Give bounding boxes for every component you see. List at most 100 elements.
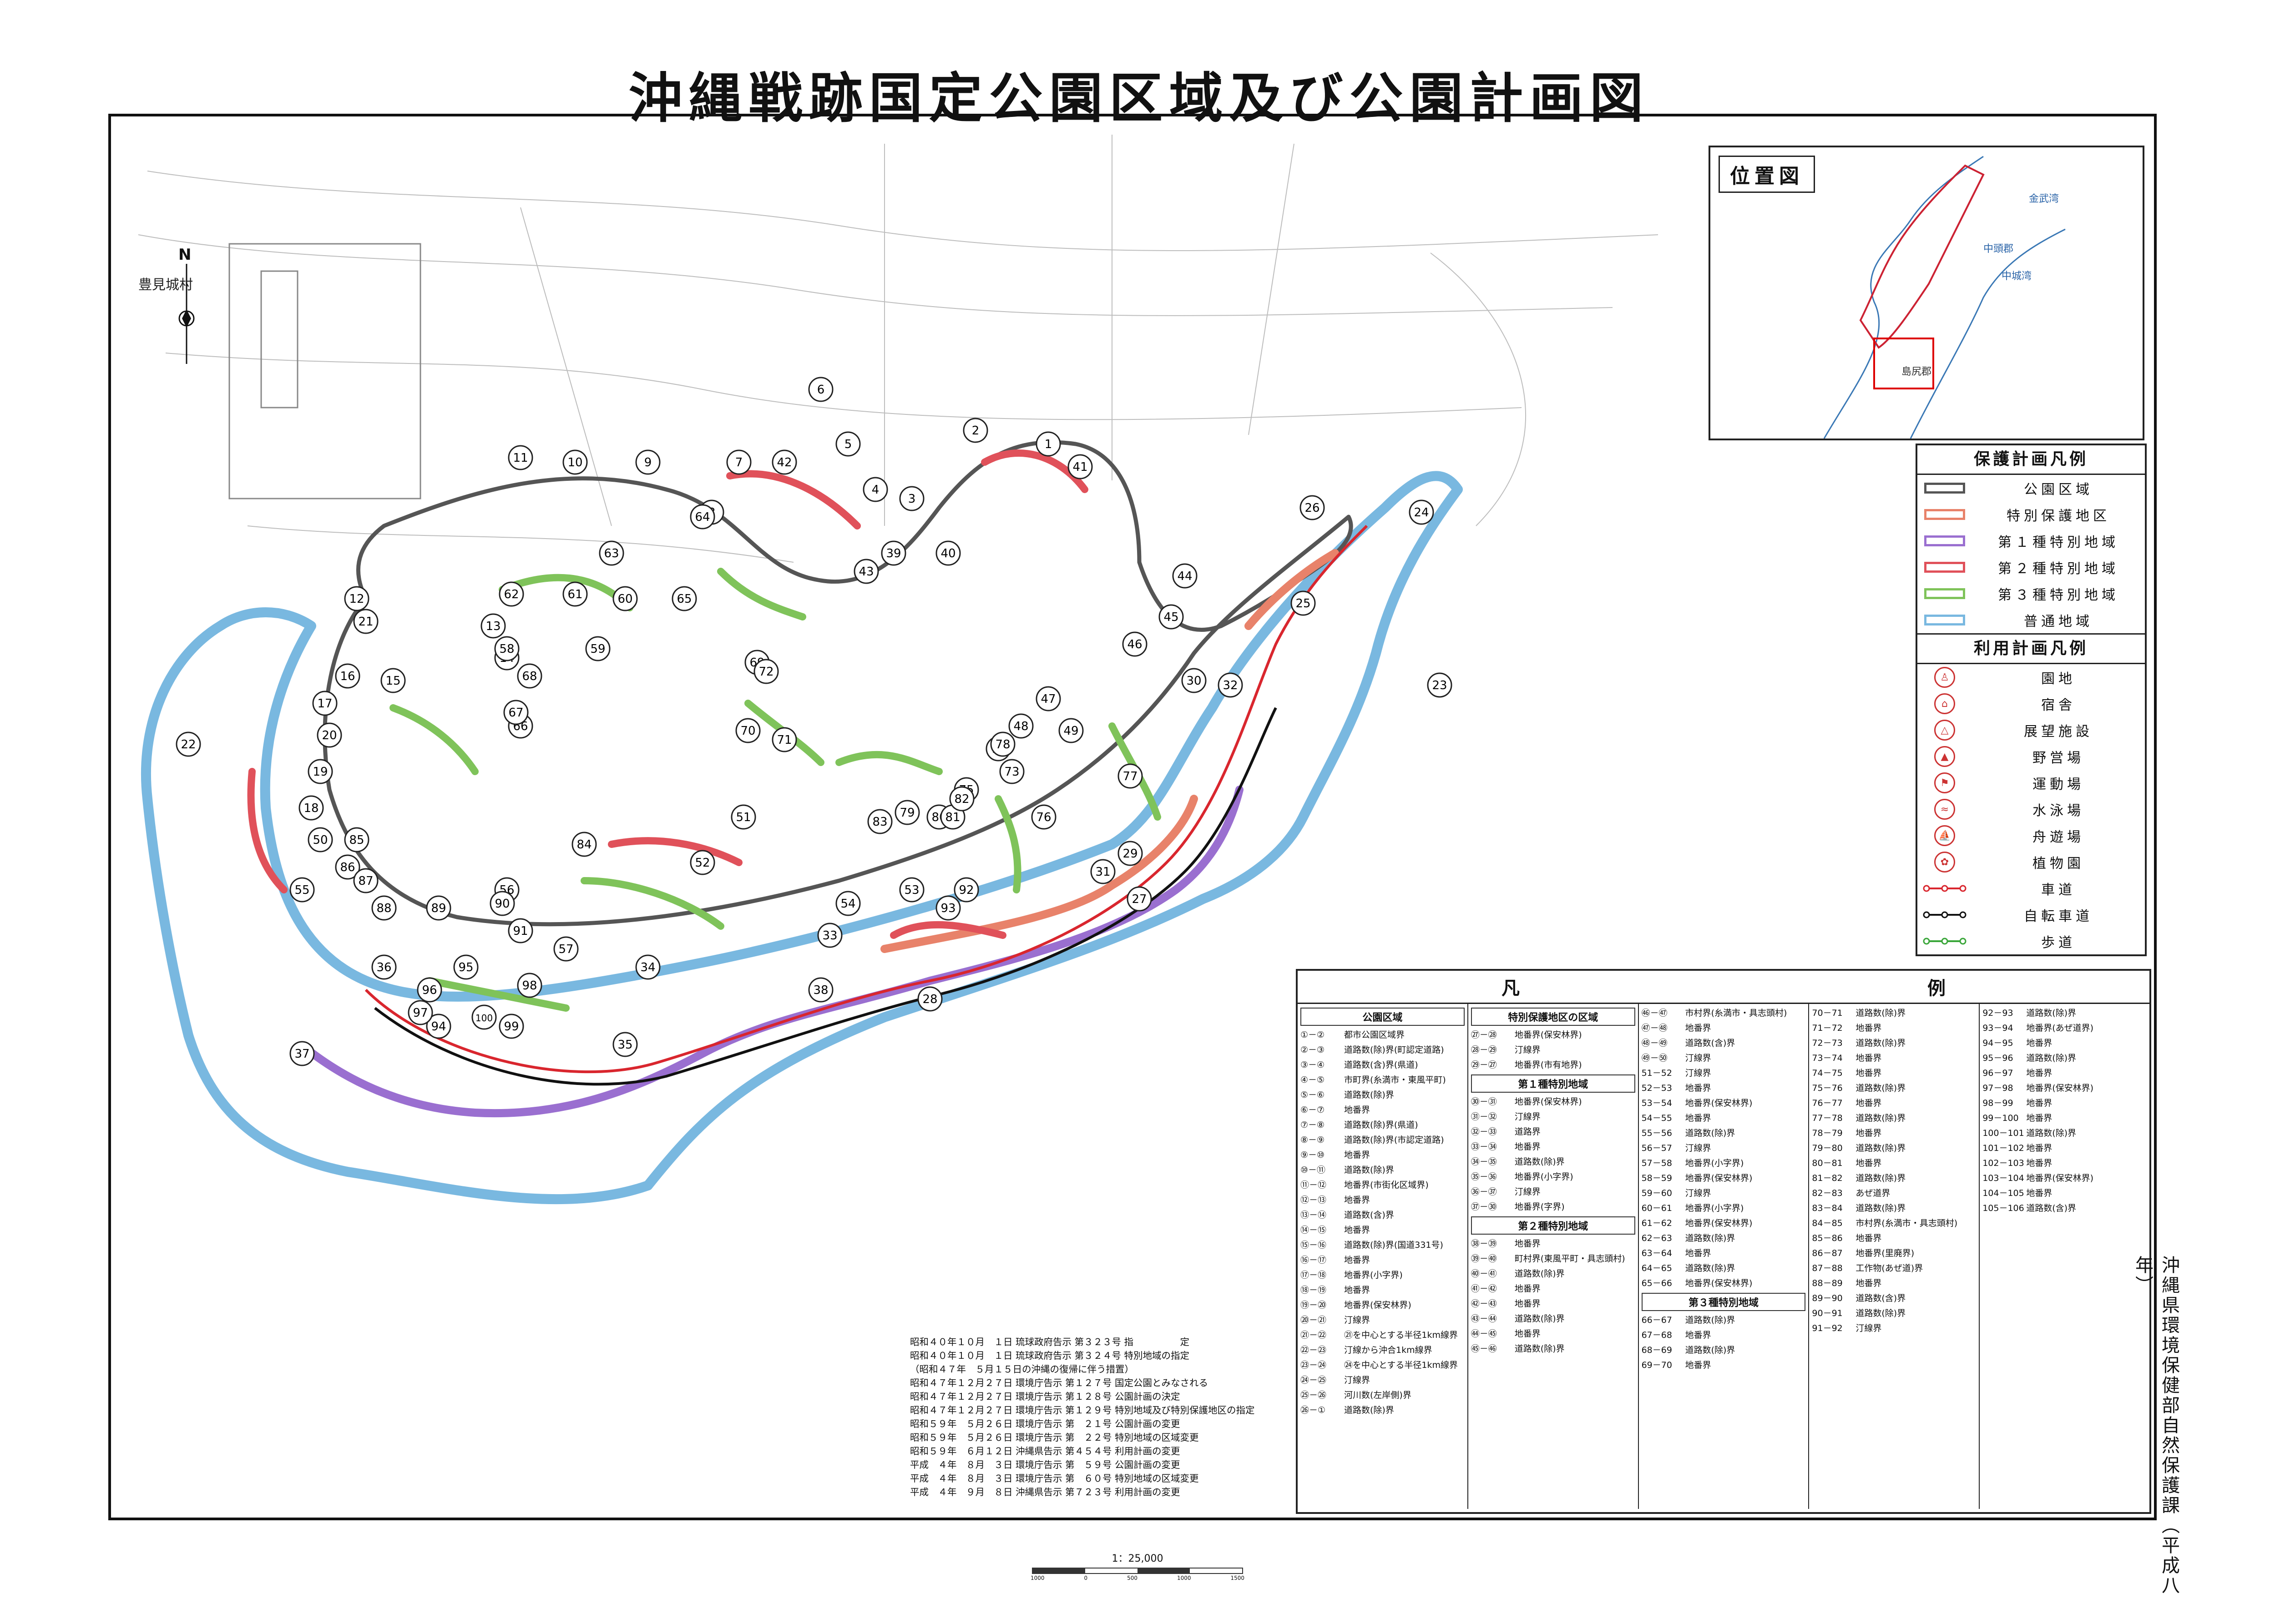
map-marker-46: 46 xyxy=(1122,631,1148,657)
map-marker-98: 98 xyxy=(517,973,542,998)
boundary-entry: 73－74 地番界 xyxy=(1812,1051,1976,1066)
route-legend-item: 車道 xyxy=(1917,875,2145,902)
boundary-label: 道路数(含)界 xyxy=(2026,1203,2077,1213)
map-marker-label: 63 xyxy=(604,547,619,560)
boundary-label: 地番界(保安林界) xyxy=(1685,1218,1753,1228)
boundary-code: ㊻－㊼ xyxy=(1641,1008,1668,1018)
boundary-label: 道路数(除)界 xyxy=(1514,1269,1565,1279)
boundary-label: 工作物(あぜ道)界 xyxy=(1855,1263,1923,1273)
boundary-code: 71－72 xyxy=(1812,1023,1843,1033)
facility-icon: △ xyxy=(1934,720,1955,741)
map-marker-label: 6 xyxy=(817,383,825,397)
boundary-entry: ③－④ 道路数(含)界(県道) xyxy=(1300,1058,1465,1073)
boundary-label: 地番界 xyxy=(1685,1248,1711,1258)
inset-place-1: 中頭郡 xyxy=(1983,243,2013,255)
map-marker-label: 37 xyxy=(294,1047,309,1061)
boundary-label: 汀線界 xyxy=(1685,1068,1711,1078)
boundary-code: ㊳－㊴ xyxy=(1471,1239,1497,1249)
boundary-code: 69－70 xyxy=(1641,1360,1672,1370)
notice-line: 昭和４０年１０月 １日 琉球政府告示 第３２４号 特別地域の指定 xyxy=(910,1350,1190,1361)
boundary-code: ㊹－㊺ xyxy=(1471,1329,1497,1339)
map-marker-39: 39 xyxy=(881,540,906,566)
boundary-label: 地番界 xyxy=(1685,1083,1711,1093)
north-label: N xyxy=(178,246,192,264)
boundary-label: 地番界 xyxy=(1685,1023,1711,1033)
map-marker-7: 7 xyxy=(726,449,752,475)
route-legend-label: 車道 xyxy=(2041,882,2076,898)
boundary-entry: 103－104 地番界(保安林界) xyxy=(1982,1171,2147,1186)
boundary-code: 105－106 xyxy=(1982,1203,2024,1213)
boundary-code: 83－84 xyxy=(1812,1203,1843,1213)
protection-legend-label: 普通地域 xyxy=(2024,614,2093,630)
map-marker-90: 90 xyxy=(490,891,515,916)
boundary-label: 地番界(保安林界) xyxy=(1685,1173,1753,1183)
boundary-code: 86－87 xyxy=(1812,1248,1843,1258)
facility-legend-label: 展望施設 xyxy=(2024,724,2093,740)
boundary-entry: 89－90 道路数(含)界 xyxy=(1812,1291,1976,1306)
airport-outline xyxy=(228,243,421,499)
boundary-entry: 99－100 地番界 xyxy=(1982,1111,2147,1126)
protection-legend-title: 保護計画凡例 xyxy=(1917,445,2145,475)
boundary-entry: 63－64 地番界 xyxy=(1642,1246,1806,1261)
boundary-entry: 82－83 あぜ道界 xyxy=(1812,1186,1976,1201)
map-marker-label: 58 xyxy=(499,642,514,656)
boundary-code: ④－⑤ xyxy=(1300,1075,1325,1085)
map-marker-29: 29 xyxy=(1117,841,1143,866)
map-marker-34: 34 xyxy=(635,954,661,980)
boundary-label: 地番界 xyxy=(1514,1284,1541,1294)
facility-legend-item: ⌂ 宿舎 xyxy=(1917,691,2145,717)
map-marker-label: 43 xyxy=(859,565,874,579)
boundary-code: ①－② xyxy=(1300,1030,1325,1040)
boundary-label: 地番界(市有地界) xyxy=(1514,1060,1582,1070)
boundary-label: 地番界(保安林界) xyxy=(1514,1097,1582,1107)
map-marker-label: 89 xyxy=(431,902,446,915)
map-marker-85: 85 xyxy=(344,827,369,852)
facility-legend-label: 舟遊場 xyxy=(2032,829,2084,845)
map-marker-19: 19 xyxy=(308,759,333,784)
scale-graphic xyxy=(1032,1568,1243,1574)
boundary-label: 汀線界 xyxy=(1514,1187,1541,1197)
boundary-code: 52－53 xyxy=(1641,1083,1672,1093)
notice-line: （昭和４７年 ５月１５日の沖縄の復帰に伴う措置） xyxy=(910,1364,1134,1375)
boundary-code: ㊴－㊵ xyxy=(1471,1254,1497,1264)
boundary-label: 地番界 xyxy=(1855,1023,1882,1033)
map-marker-60: 60 xyxy=(612,586,638,611)
boundary-entry: ②－③ 道路数(除)界(町認定道路) xyxy=(1300,1043,1465,1058)
map-marker-43: 43 xyxy=(854,559,879,584)
boundary-code: ㊲－㉚ xyxy=(1471,1202,1497,1212)
boundary-label: 道路数(除)界(市認定道路) xyxy=(1344,1135,1444,1145)
boundary-entry: ㉝－㉞ 地番界 xyxy=(1471,1140,1635,1155)
boundary-legend-title-right: 例 xyxy=(1927,978,1946,999)
map-marker-label: 45 xyxy=(1163,610,1178,624)
boundary-entry: ㊳－㊴ 地番界 xyxy=(1471,1236,1635,1251)
boundary-label: 地番界 xyxy=(1685,1360,1711,1370)
boundary-entry: ㉟－㊱ 地番界(小字界) xyxy=(1471,1170,1635,1185)
boundary-code: 80－81 xyxy=(1812,1158,1843,1168)
route-legend-label: 歩道 xyxy=(2041,935,2076,951)
boundary-code: 63－64 xyxy=(1641,1248,1672,1258)
map-marker-95: 95 xyxy=(453,954,479,980)
map-marker-label: 7 xyxy=(735,456,743,469)
map-marker-82: 82 xyxy=(949,786,975,812)
protection-legend-label: 特別保護地区 xyxy=(2007,508,2110,524)
protection-legend-swatch xyxy=(1917,615,1972,625)
map-marker-label: 62 xyxy=(504,588,519,601)
map-marker-89: 89 xyxy=(426,895,451,921)
map-marker-label: 27 xyxy=(1132,893,1147,906)
boundary-entry: 97－98 地番界(保安林界) xyxy=(1982,1081,2147,1096)
map-marker-9: 9 xyxy=(635,449,661,475)
boundary-label: 地番界 xyxy=(2026,1158,2053,1168)
boundary-code: ㊶－㊷ xyxy=(1471,1284,1497,1294)
map-marker-label: 57 xyxy=(558,943,573,956)
map-marker-58: 58 xyxy=(494,636,520,661)
boundary-entry: ㉕－㉖ 河川数(左岸側)界 xyxy=(1300,1388,1465,1403)
boundary-code: 62－63 xyxy=(1641,1233,1672,1243)
boundary-entry: ⑩－⑪ 道路数(除)界 xyxy=(1300,1163,1465,1178)
notice-line: 昭和４７年１２月２７日 環境庁告示 第１２７号 国定公園とみなされる xyxy=(910,1377,1208,1388)
boundary-entry: ㉒－㉓ 汀線から沖合1km線界 xyxy=(1300,1343,1465,1358)
boundary-entry: 85－86 地番界 xyxy=(1812,1231,1976,1246)
map-marker-47: 47 xyxy=(1036,686,1061,711)
boundary-entry: ⑭－⑮ 地番界 xyxy=(1300,1223,1465,1238)
map-marker-2: 2 xyxy=(963,418,988,443)
boundary-code: ㉘－㉙ xyxy=(1471,1045,1497,1055)
